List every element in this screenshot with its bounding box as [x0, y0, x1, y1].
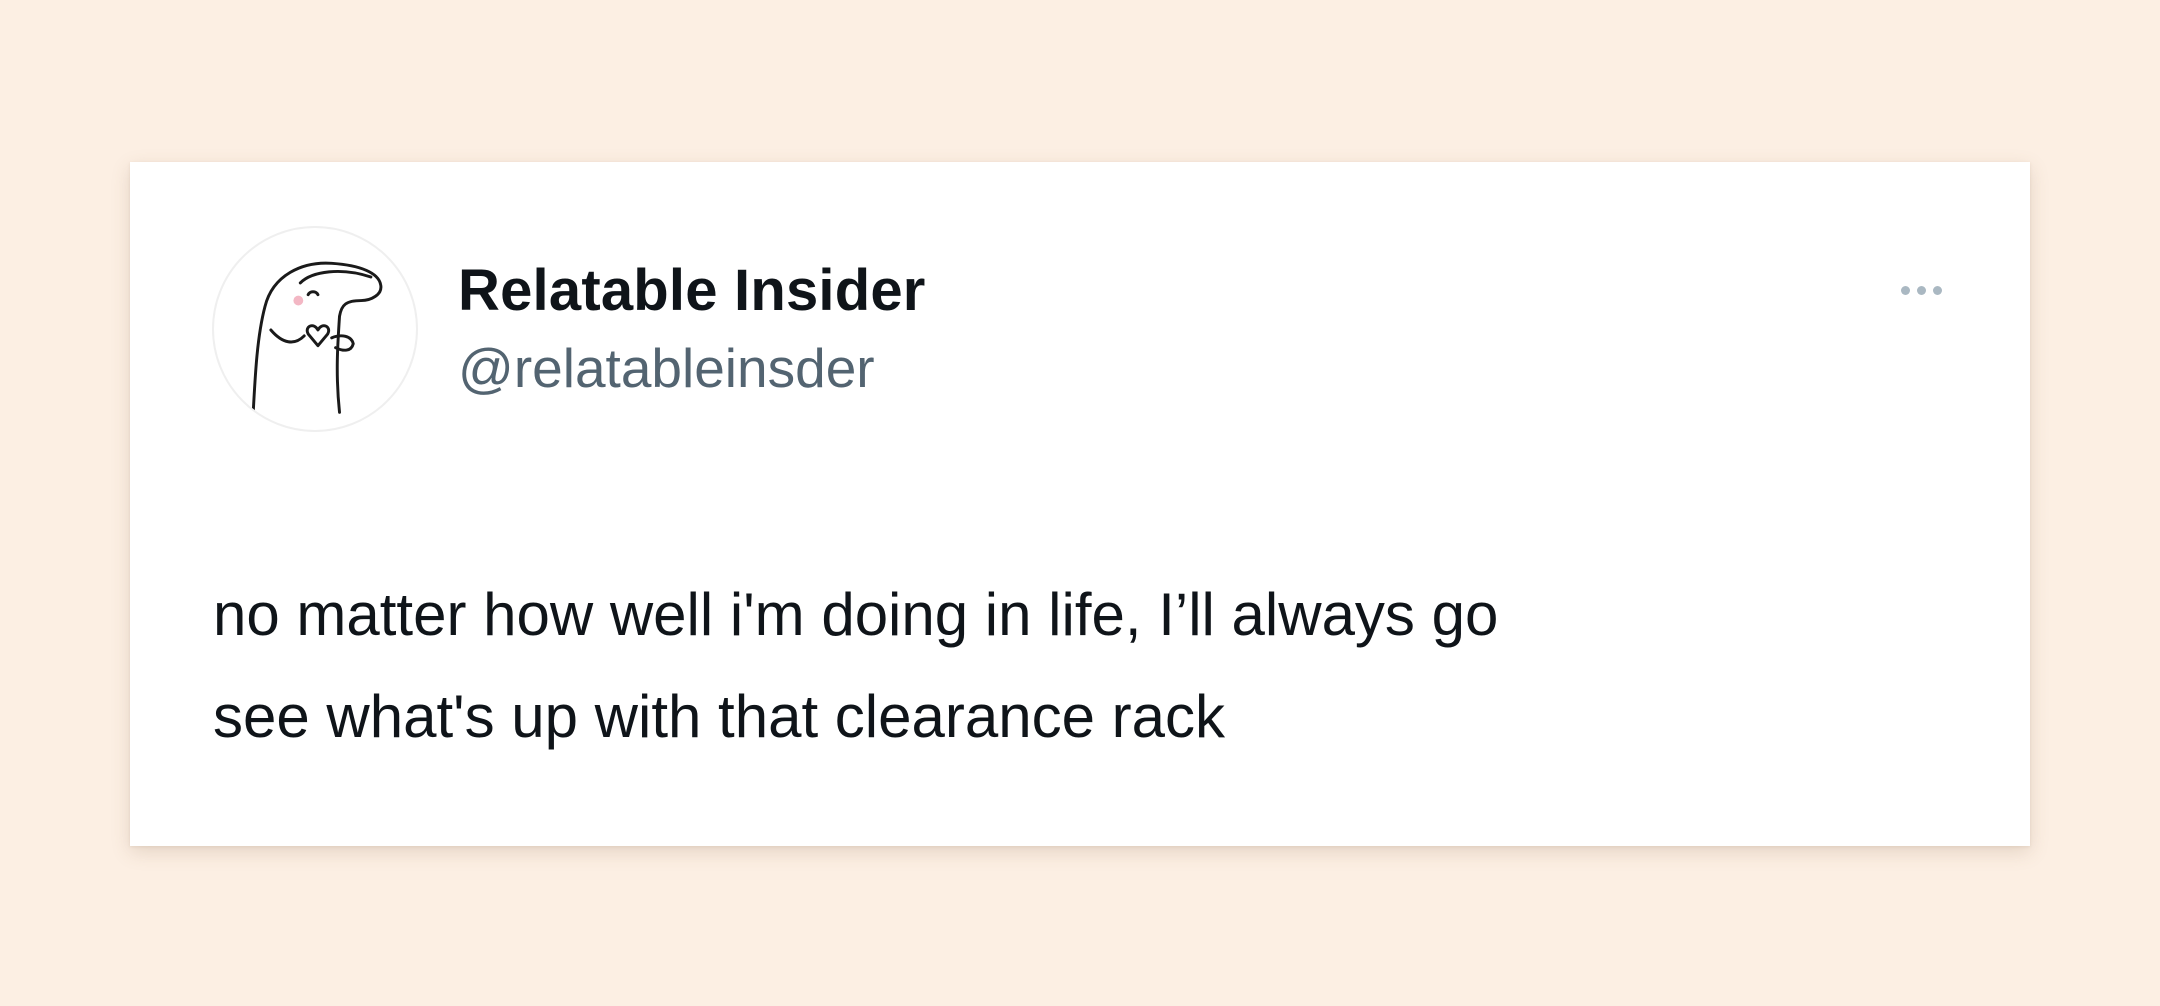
tweet-header: Relatable Insider @relatableinsder [212, 226, 926, 432]
ellipsis-dot [1917, 286, 1926, 295]
avatar[interactable] [212, 226, 418, 432]
ellipsis-dot [1933, 286, 1942, 295]
cartoon-character-holding-heart-icon [251, 261, 383, 414]
ellipsis-dot [1901, 286, 1910, 295]
user-handle[interactable]: @relatableinsder [458, 333, 926, 403]
tweet-card: Relatable Insider @relatableinsder no ma… [130, 162, 2030, 846]
user-names: Relatable Insider @relatableinsder [458, 255, 926, 403]
tweet-text: no matter how well i'm doing in life, I’… [213, 581, 1499, 750]
display-name[interactable]: Relatable Insider [458, 255, 926, 327]
more-options-ellipsis-icon[interactable] [1901, 286, 1942, 295]
